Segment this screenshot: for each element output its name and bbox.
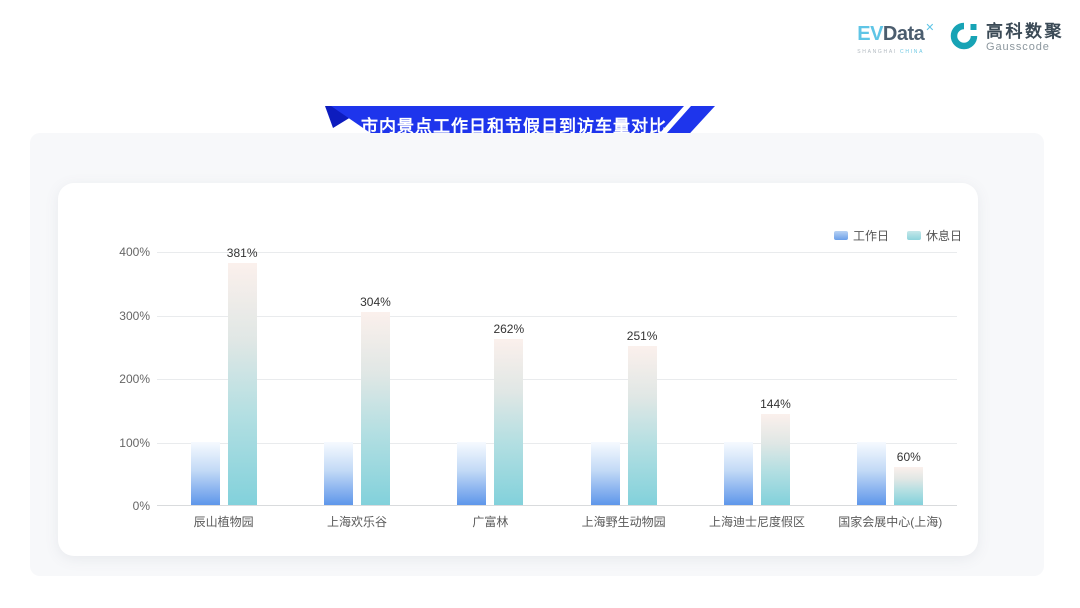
y-axis: 400%300%200%100%0% <box>76 252 150 506</box>
y-tick: 400% <box>119 245 150 259</box>
gausscode-text: 高科数聚 Gausscode <box>986 23 1064 53</box>
bar-group-3: 262% <box>424 252 557 505</box>
legend-swatch-workday <box>834 231 848 240</box>
value-label: 381% <box>227 246 258 260</box>
bar-workday-6 <box>857 442 886 506</box>
bar-holiday-6: 60% <box>894 467 923 505</box>
gausscode-en: Gausscode <box>986 42 1064 54</box>
bar-workday-5 <box>724 442 753 506</box>
value-label: 262% <box>493 322 524 336</box>
value-label: 304% <box>360 295 391 309</box>
y-tick: 200% <box>119 372 150 386</box>
bar-group-5: 144% <box>690 252 823 505</box>
bar-group-2: 304% <box>290 252 423 505</box>
legend-label-workday: 工作日 <box>853 227 889 244</box>
category-label: 广富林 <box>424 513 557 530</box>
category-label: 辰山植物园 <box>157 513 290 530</box>
evdata-wordmark: EVData✕ <box>857 24 933 47</box>
chart-legend: 工作日 休息日 <box>834 227 962 244</box>
bar-workday-2 <box>324 442 353 506</box>
y-tick: 300% <box>119 309 150 323</box>
value-label: 251% <box>627 329 658 343</box>
legend-label-holiday: 休息日 <box>926 227 962 244</box>
evdata-subtitle-right: CHINA <box>900 49 924 55</box>
value-label: 144% <box>760 397 791 411</box>
category-label: 上海欢乐谷 <box>290 513 423 530</box>
y-tick: 0% <box>133 499 150 513</box>
bar-holiday-4: 251% <box>628 346 657 505</box>
legend-swatch-holiday <box>907 231 921 240</box>
bar-holiday-1: 381% <box>228 263 257 505</box>
bar-holiday-5: 144% <box>761 414 790 505</box>
x-axis: 辰山植物园上海欢乐谷广富林上海野生动物园上海迪士尼度假区国家会展中心(上海) <box>157 513 957 530</box>
chart-panel: 工作日 休息日 400% 300% 200% 100% 0% 381% 304% 262% 2… <box>30 133 1044 576</box>
y-tick: 100% <box>119 436 150 450</box>
category-label: 上海野生动物园 <box>557 513 690 530</box>
evdata-subtitle-left: SHANGHAI <box>857 49 897 55</box>
header-logos: EVData✕ SHANGHAI CHINA 高科数聚 Gausscode <box>857 21 1064 56</box>
bar-workday-4 <box>591 442 620 506</box>
category-label: 国家会展中心(上海) <box>824 513 957 530</box>
gausscode-logo: 高科数聚 Gausscode <box>949 21 1064 56</box>
evdata-logo: EVData✕ SHANGHAI CHINA <box>857 21 933 55</box>
legend-item-holiday[interactable]: 休息日 <box>907 227 962 244</box>
evdata-subtitle: SHANGHAI CHINA <box>857 49 933 55</box>
bar-group-1: 381% <box>157 252 290 505</box>
value-label: 60% <box>897 450 921 464</box>
plot-area: 381% 304% 262% 251% 144% 60% <box>157 252 957 506</box>
chart-card: 工作日 休息日 400% 300% 200% 100% 0% 381% 304% 262% 2… <box>58 183 978 556</box>
legend-item-workday[interactable]: 工作日 <box>834 227 889 244</box>
bar-groups: 381% 304% 262% 251% 144% 60% <box>157 252 957 505</box>
bar-group-4: 251% <box>557 252 690 505</box>
bar-holiday-3: 262% <box>494 339 523 505</box>
page: EVData✕ SHANGHAI CHINA 高科数聚 Gausscode <box>0 0 1080 608</box>
gausscode-icon <box>949 21 979 56</box>
bar-workday-3 <box>457 442 486 506</box>
bar-holiday-2: 304% <box>361 312 390 505</box>
bar-workday-1 <box>191 442 220 506</box>
bar-group-6: 60% <box>824 252 957 505</box>
evdata-x-icon: ✕ <box>925 22 934 34</box>
evdata-ev-text: EV <box>857 23 883 45</box>
category-label: 上海迪士尼度假区 <box>690 513 823 530</box>
gausscode-cn: 高科数聚 <box>986 23 1064 41</box>
evdata-data-text: Data <box>883 23 924 45</box>
